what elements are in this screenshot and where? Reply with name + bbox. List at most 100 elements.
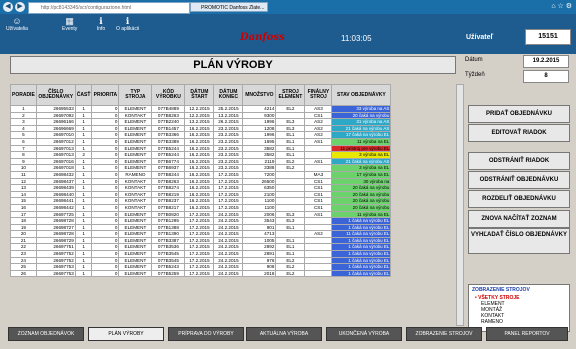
column-header[interactable]: PORADIE bbox=[10, 84, 37, 106]
table-cell: 17.2.2015 bbox=[184, 263, 215, 271]
table-cell: 17.2.2015 bbox=[213, 203, 244, 212]
filter-item-rameno[interactable]: RAMENO bbox=[469, 319, 569, 325]
table-cell: 26696669 bbox=[35, 124, 76, 133]
table-cell: AS1 bbox=[304, 210, 333, 219]
column-header[interactable]: ČÍSLO OBJEDNÁVKY bbox=[35, 84, 76, 106]
table-row[interactable]: 3 26696166 1 0 ELEMENT 077B2240 13.2.2015 26.2.… bbox=[10, 118, 392, 126]
nav-button[interactable]: PRÍPRAVA DO VÝROBY bbox=[168, 327, 244, 341]
table-cell: EL1 bbox=[275, 243, 306, 252]
table-cell: 26697752 bbox=[35, 250, 76, 258]
table-cell: ELEMENT bbox=[118, 250, 153, 258]
table-cell: 077B1295 bbox=[151, 217, 186, 225]
column-header[interactable]: DÁTUM ŠTART bbox=[184, 84, 215, 106]
table-cell: 23.2.2015 bbox=[213, 164, 244, 172]
table-cell: 16.2.2015 bbox=[184, 124, 215, 133]
table-cell: 2100 bbox=[242, 190, 277, 199]
table-cell: AS1 bbox=[304, 137, 333, 146]
nav-button[interactable]: PLÁN VÝROBY bbox=[88, 327, 164, 341]
table-row[interactable]: 16 26698442 1 0 KONTAKT 077B8217 16.2.2015 17.2… bbox=[10, 203, 392, 212]
column-header[interactable]: MNOŽSTVO bbox=[242, 84, 277, 106]
forward-icon[interactable]: ▶ bbox=[15, 2, 25, 12]
action-button[interactable]: EDITOVAŤ RIADOK bbox=[468, 124, 570, 142]
toolbar-about[interactable]: ℹO aplikácii bbox=[116, 16, 139, 32]
table-row[interactable]: 21 26698729 1 0 ELEMENT 077B3387 17.2.2015 24.2… bbox=[10, 236, 392, 245]
nav-button[interactable]: UKONČENÁ VÝROBA bbox=[326, 327, 402, 341]
column-header[interactable]: ČASŤ bbox=[74, 84, 93, 106]
table-cell: 23.2.2015 bbox=[213, 157, 244, 166]
table-cell: ELEMENT bbox=[118, 269, 153, 278]
table-row[interactable]: 11 26698432 1 0 RAMENO 077B8244 16.2.2015 17.2.… bbox=[10, 170, 392, 179]
table-cell: 0 bbox=[91, 223, 120, 232]
address-bar[interactable]: http://pc8143345/scr/contigurazione.html bbox=[28, 2, 190, 14]
table-cell: 1 bbox=[74, 131, 93, 139]
table-cell: 1100 bbox=[242, 197, 277, 205]
table-cell: 3582 bbox=[242, 151, 277, 159]
toolbar-events[interactable]: ▦ Eventy bbox=[62, 16, 77, 32]
table-row[interactable]: 17 26697725 1 0 ELEMENT 077B0820 17.2.2015 24.2… bbox=[10, 210, 392, 219]
table-row[interactable]: 22 26697751 1 0 ELEMENT 077B3536 17.2.2015 24.2… bbox=[10, 243, 392, 252]
toolbar-users[interactable]: ☺ Užívatelia bbox=[6, 16, 28, 32]
table-cell: 26697010 bbox=[35, 131, 76, 139]
info-icon: ℹ bbox=[125, 16, 130, 26]
table-row[interactable]: 7 26697013 1 0 ELEMENT 077B5244 16.2.2015 23.2.… bbox=[10, 144, 392, 153]
table-cell: ELEMENT bbox=[118, 210, 153, 219]
table-row[interactable]: 4 26696669 1 0 ELEMENT 077B1457 16.2.2015 23.2.… bbox=[10, 124, 392, 133]
week-value: 8 bbox=[523, 70, 569, 83]
table-cell: 23 bbox=[10, 250, 37, 258]
table-row[interactable]: 5 26697010 1 0 ELEMENT 077B3366 16.2.2015 23.2.… bbox=[10, 131, 392, 139]
table-cell: 2119 bbox=[242, 157, 277, 166]
table-row[interactable]: 15 26698441 1 0 KONTAKT 077B8237 16.2.2015 17.2… bbox=[10, 197, 392, 205]
nav-button[interactable]: PANEL REPORTOV bbox=[486, 327, 568, 341]
column-header[interactable]: FINÁLNY STROJ bbox=[304, 84, 333, 106]
table-scrollbar[interactable] bbox=[456, 84, 464, 326]
table-cell: 16.2.2015 bbox=[184, 144, 215, 153]
table-cell: 7200 bbox=[242, 170, 277, 179]
table-row[interactable]: 1 26695533 1 0 ELEMENT 077B4889 12.2.2015 25.2.… bbox=[10, 105, 392, 113]
action-button[interactable]: ODSTRÁNIŤ OBJEDNÁVKU bbox=[468, 171, 570, 189]
action-button[interactable]: PRIDAŤ OBJEDNÁVKU bbox=[468, 105, 570, 123]
table-row[interactable]: 8 26697013 2 0 ELEMENT 077B5244 16.2.2015 23.2.… bbox=[10, 151, 392, 159]
column-header[interactable]: PRIORITA bbox=[91, 84, 120, 106]
table-cell: 26698439 bbox=[35, 184, 76, 192]
table-row[interactable]: 13 26698439 1 0 KONTAKT 077B8274 16.2.2015 17.2… bbox=[10, 184, 392, 192]
table-cell: 1208 bbox=[242, 124, 277, 133]
table-cell: ELEMENT bbox=[118, 164, 153, 172]
table-cell: 24.2.2015 bbox=[213, 217, 244, 225]
table-row[interactable]: 19 26698727 1 0 ELEMENT 077B1388 17.2.2015 24.2… bbox=[10, 223, 392, 232]
table-cell: 22 bbox=[10, 243, 37, 252]
table-row[interactable]: 10 26697018 1 0 ELEMENT 077B6937 16.2.2015 23.2… bbox=[10, 164, 392, 172]
toolbar-info[interactable]: ℹ Info bbox=[96, 16, 106, 32]
table-row[interactable]: 2 26697092 1 0 KONTAKT 077B8263 12.2.2015 13.2.… bbox=[10, 111, 392, 120]
table-row[interactable]: 18 26698728 1 0 ELEMENT 077B1295 17.2.2015 24.2… bbox=[10, 217, 392, 225]
table-row[interactable]: 6 26697012 1 0 ELEMENT 077B3389 16.2.2015 23.2.… bbox=[10, 137, 392, 146]
address-url: http://pc8143345/scr/contigurazione.html bbox=[41, 5, 132, 11]
column-header[interactable]: DÁTUM KONIEC bbox=[213, 84, 244, 106]
table-row[interactable]: 20 26698728 1 0 ELEMENT 077B1390 17.2.2015 24.2… bbox=[10, 230, 392, 238]
action-button[interactable]: ZNOVA NAČÍTAŤ ZOZNAM bbox=[468, 210, 570, 228]
back-icon[interactable]: ◀ bbox=[3, 2, 13, 12]
column-header[interactable]: TYP STROJA bbox=[118, 84, 153, 106]
table-row[interactable]: 26 26697753 1 0 ELEMENT 077B5259 17.2.2015 24.2… bbox=[10, 269, 392, 278]
column-header[interactable]: STAV OBJEDNÁVKY bbox=[331, 84, 392, 106]
window-controls[interactable]: ⌂ ☆ ⚙ bbox=[551, 2, 572, 10]
table-cell: 24 bbox=[10, 256, 37, 265]
nav-button[interactable]: AKTUÁLNA VÝROBA bbox=[246, 327, 322, 341]
table-row[interactable]: 12 26698437 1 0 KONTAKT 077B8263 16.2.2015 17.2… bbox=[10, 177, 392, 186]
action-button[interactable]: ROZDELIŤ OBJEDNÁVKU bbox=[468, 190, 570, 208]
table-cell: 077B8237 bbox=[151, 197, 186, 205]
table-row[interactable]: 9 26697016 1 0 ELEMENT 077B6774 16.2.2015 23.2.… bbox=[10, 157, 392, 166]
nav-button[interactable]: ZOBRAZENIE STROJOV bbox=[406, 327, 482, 341]
column-header[interactable]: STROJ ELEMENT bbox=[275, 84, 306, 106]
table-row[interactable]: 25 26697753 1 0 ELEMENT 077B5243 17.2.2015 24.2… bbox=[10, 263, 392, 271]
status-badge: 33 výroba na AS bbox=[331, 105, 392, 113]
action-button[interactable]: VYHĽADAŤ ČÍSLO OBJEDNÁVKY bbox=[468, 228, 570, 254]
table-row[interactable]: 14 26698440 1 0 KONTAKT 077B8219 16.2.2015 17.2… bbox=[10, 190, 392, 199]
table-cell: EL2 bbox=[275, 164, 306, 172]
table-row[interactable]: 24 26697752 1 0 ELEMENT 077B3545 17.2.2015 24.2… bbox=[10, 256, 392, 265]
nav-button[interactable]: ZOZNAM OBJEDNÁVOK bbox=[8, 327, 84, 341]
table-row[interactable]: 23 26697752 1 0 ELEMENT 077B3545 17.2.2015 24.2… bbox=[10, 250, 392, 258]
column-header[interactable]: KÓD VÝROBKU bbox=[151, 84, 186, 106]
action-button[interactable]: ODSTRÁNIŤ RIADOK bbox=[468, 152, 570, 170]
browser-tab[interactable]: PROMOTIC Danfoss Zlate... bbox=[190, 2, 268, 12]
table-cell: 1 bbox=[74, 230, 93, 238]
